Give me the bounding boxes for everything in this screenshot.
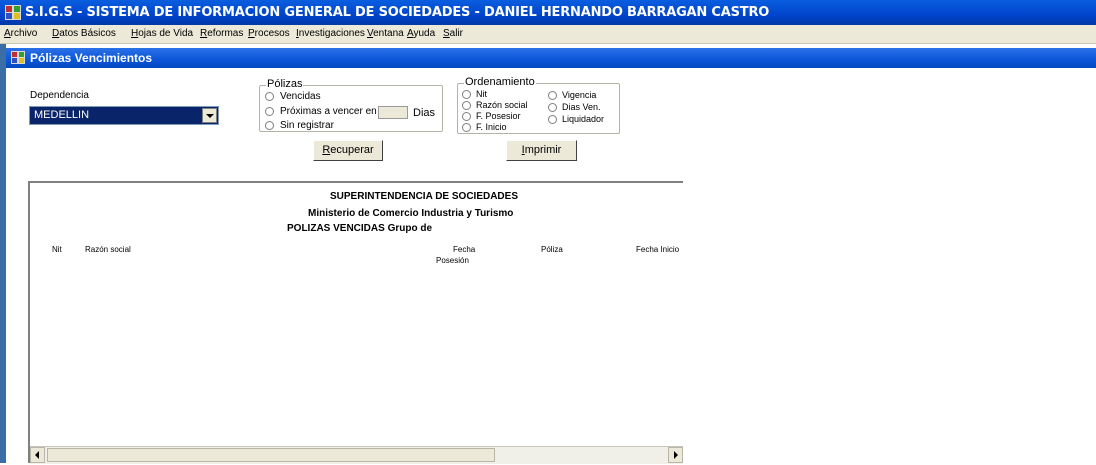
menu-ventana[interactable]: Ventana xyxy=(367,28,404,39)
app-title-bar[interactable]: S.I.G.S - SISTEMA DE INFORMACION GENERAL… xyxy=(0,0,1096,25)
radio-vencidas[interactable] xyxy=(265,92,274,101)
column-header-poliza: Póliza xyxy=(541,245,563,254)
report-title-2: Ministerio de Comercio Industria y Turis… xyxy=(308,208,514,219)
radio-f-inicio-label: F. Inicio xyxy=(476,122,507,132)
scroll-right-icon[interactable] xyxy=(668,447,683,463)
radio-sin-registrar-label: Sin registrar xyxy=(280,120,334,131)
column-header-nit: Nit xyxy=(52,245,62,254)
radio-f-posesior-label: F. Posesior xyxy=(476,111,521,121)
column-header-posesion: Posesión xyxy=(436,256,469,265)
radio-nit-label: Nit xyxy=(476,89,487,99)
radio-razon-social[interactable] xyxy=(462,101,471,110)
dependencia-value: MEDELLIN xyxy=(34,109,90,121)
radio-dias-ven-label: Dias Ven. xyxy=(562,102,601,112)
report-title-1: SUPERINTENDENCIA DE SOCIEDADES xyxy=(330,191,518,202)
radio-f-posesior[interactable] xyxy=(462,112,471,121)
menu-procesos[interactable]: Procesos xyxy=(248,28,290,39)
radio-proximas[interactable] xyxy=(265,107,274,116)
menu-ayuda[interactable]: Ayuda xyxy=(407,28,435,39)
imprimir-button[interactable]: Imprimir xyxy=(506,140,577,161)
scroll-left-icon[interactable] xyxy=(30,447,45,463)
menu-investigaciones[interactable]: Investigaciones xyxy=(296,28,365,39)
radio-liquidador-label: Liquidador xyxy=(562,114,605,124)
dias-input[interactable] xyxy=(378,106,408,119)
radio-f-inicio[interactable] xyxy=(462,123,471,132)
menu-datos-basicos[interactable]: Datos Básicos xyxy=(52,28,116,39)
menu-salir[interactable]: Salir xyxy=(443,28,463,39)
radio-sin-registrar[interactable] xyxy=(265,121,274,130)
menu-bar: Archivo Datos Básicos Hojas de Vida Refo… xyxy=(0,25,1096,44)
child-window-title: Pólizas Vencimientos xyxy=(30,51,153,65)
radio-dias-ven[interactable] xyxy=(548,103,557,112)
radio-vigencia-label: Vigencia xyxy=(562,90,597,100)
column-header-razon-social: Razón social xyxy=(85,245,131,254)
window-icon xyxy=(11,51,25,64)
radio-proximas-label: Próximas a vencer en xyxy=(280,106,377,117)
radio-razon-social-label: Razón social xyxy=(476,100,528,110)
menu-hojas-de-vida[interactable]: Hojas de Vida xyxy=(131,28,193,39)
scrollbar-thumb[interactable] xyxy=(47,448,495,462)
polizas-legend: Pólizas xyxy=(266,78,304,90)
horizontal-scrollbar[interactable] xyxy=(30,446,683,464)
ordenamiento-legend: Ordenamiento xyxy=(464,76,536,88)
dias-label: Dias xyxy=(413,107,436,119)
app-icon xyxy=(5,5,21,20)
menu-reformas[interactable]: Reformas xyxy=(200,28,243,39)
recuperar-button[interactable]: Recuperar xyxy=(313,140,383,161)
app-title: S.I.G.S - SISTEMA DE INFORMACION GENERAL… xyxy=(25,5,770,20)
report-title-3: POLIZAS VENCIDAS Grupo de xyxy=(287,223,433,234)
radio-nit[interactable] xyxy=(462,90,471,99)
radio-liquidador[interactable] xyxy=(548,115,557,124)
radio-vigencia[interactable] xyxy=(548,91,557,100)
menu-archivo[interactable]: Archivo xyxy=(4,28,37,39)
column-header-fecha-inicio: Fecha Inicio xyxy=(636,245,680,254)
child-window-title-bar[interactable]: Pólizas Vencimientos xyxy=(6,48,1096,68)
dependencia-label: Dependencia xyxy=(30,90,89,101)
dependencia-select[interactable]: MEDELLIN xyxy=(29,106,219,125)
chevron-down-icon[interactable] xyxy=(202,108,217,123)
radio-vencidas-label: Vencidas xyxy=(280,91,321,102)
column-header-fecha: Fecha xyxy=(453,245,476,254)
